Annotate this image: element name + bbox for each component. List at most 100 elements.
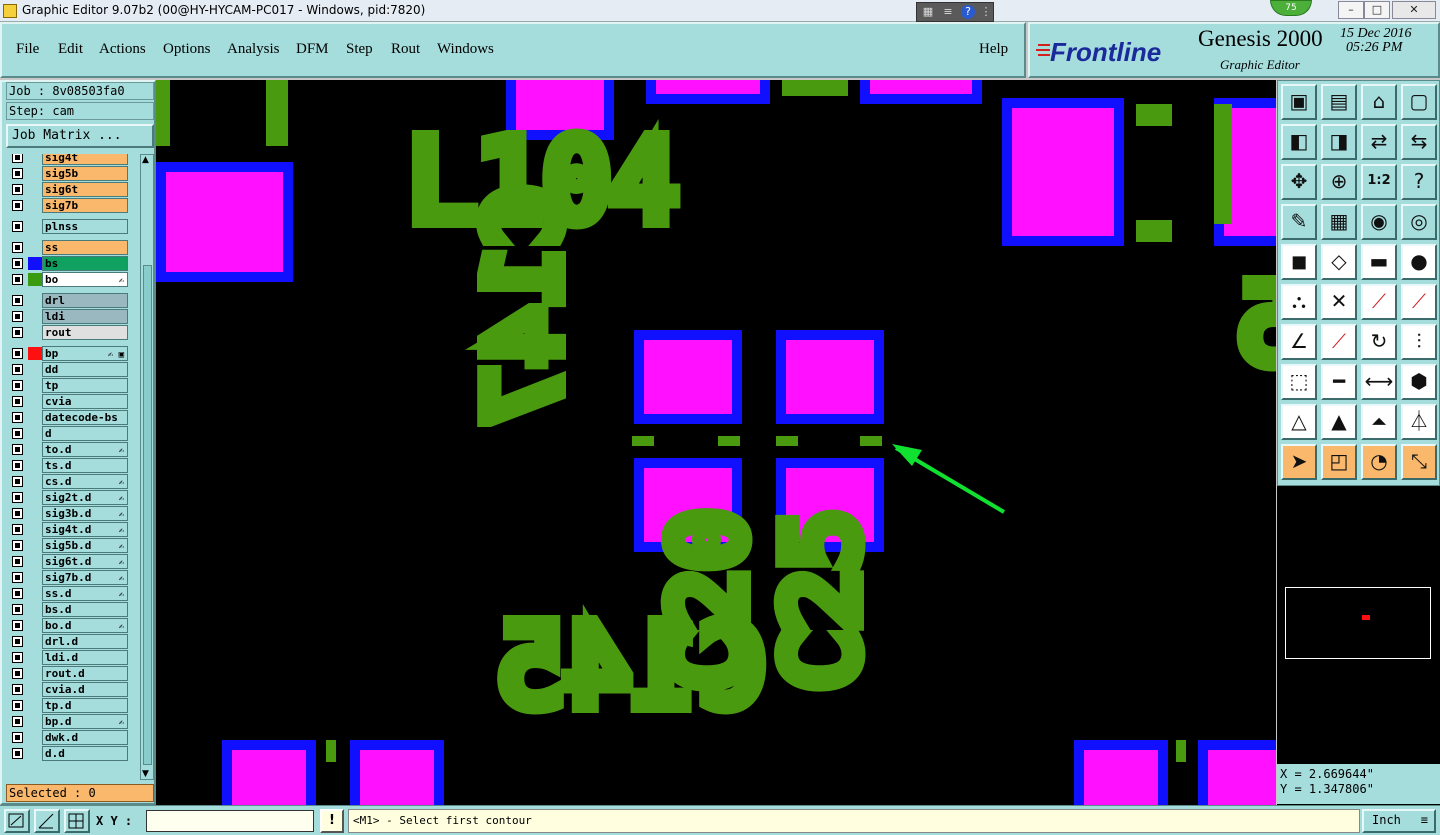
layer-row[interactable]: rout.d	[6, 666, 128, 681]
layer-checkbox[interactable]	[12, 274, 23, 285]
layer-name[interactable]: datecode-bs	[42, 410, 128, 425]
layer-row[interactable]: d.d	[6, 746, 128, 761]
layer-name[interactable]: sig7b	[42, 198, 128, 213]
layer-name[interactable]: bs	[42, 256, 128, 271]
tool-button[interactable]: ●	[1401, 244, 1437, 280]
tool-button[interactable]: ⟋	[1321, 324, 1357, 360]
layer-row[interactable]: sig5b	[6, 166, 128, 181]
scroll-thumb[interactable]	[143, 265, 152, 765]
tool-button[interactable]: ⇄	[1361, 124, 1397, 160]
layer-row[interactable]: plnss	[6, 219, 128, 234]
tool-button[interactable]: ◎	[1401, 204, 1437, 240]
layer-row[interactable]: to.d ✍	[6, 442, 128, 457]
layer-name[interactable]: dd	[42, 362, 128, 377]
layer-name[interactable]: cvia.d	[42, 682, 128, 697]
tool-button[interactable]: ◼	[1281, 244, 1317, 280]
menu-windows[interactable]: Windows	[437, 41, 494, 58]
menu-edit[interactable]: Edit	[58, 41, 83, 58]
layer-checkbox[interactable]	[12, 684, 23, 695]
menu-help[interactable]: Help	[979, 41, 1008, 58]
layer-name[interactable]: d.d	[42, 746, 128, 761]
layer-row[interactable]: sig6t	[6, 182, 128, 197]
layer-name[interactable]: cvia	[42, 394, 128, 409]
layer-row[interactable]: d	[6, 426, 128, 441]
layer-name[interactable]: bo ✍	[42, 272, 128, 287]
layer-scrollbar[interactable]: ▲ ▼	[140, 154, 154, 780]
tool-button[interactable]: ⟋	[1401, 284, 1437, 320]
layer-row[interactable]: sig4t.d ✍	[6, 522, 128, 537]
layer-name[interactable]: tp.d	[42, 698, 128, 713]
layer-checkbox[interactable]	[12, 588, 23, 599]
units-select[interactable]: Inch ≡	[1362, 809, 1436, 833]
layer-checkbox[interactable]	[12, 396, 23, 407]
layer-name[interactable]: dwk.d	[42, 730, 128, 745]
tool-button[interactable]: 1:2	[1361, 164, 1397, 200]
layer-name[interactable]: cs.d ✍	[42, 474, 128, 489]
layer-name[interactable]: ss	[42, 240, 128, 255]
tool-button[interactable]: ∠	[1281, 324, 1317, 360]
tool-button[interactable]: ▤	[1321, 84, 1357, 120]
layer-checkbox[interactable]	[12, 508, 23, 519]
layer-checkbox[interactable]	[12, 572, 23, 583]
layer-row[interactable]: bo.d ✍	[6, 618, 128, 633]
tool-button[interactable]: ◉	[1361, 204, 1397, 240]
layer-row[interactable]: ldi.d	[6, 650, 128, 665]
scroll-up-icon[interactable]: ▲	[142, 155, 149, 165]
angle-snap-icon[interactable]	[34, 809, 60, 833]
menu-step[interactable]: Step	[346, 41, 373, 58]
help-circle-icon[interactable]: ?	[961, 5, 975, 19]
layer-checkbox[interactable]	[12, 428, 23, 439]
tool-button[interactable]: ◔	[1361, 444, 1397, 480]
layer-name[interactable]: d	[42, 426, 128, 441]
input-method-toolbar[interactable]: ▦ ≡ ? ⋮	[916, 2, 994, 22]
layer-row[interactable]: cvia	[6, 394, 128, 409]
layer-name[interactable]: ts.d	[42, 458, 128, 473]
layer-name[interactable]: sig6t.d ✍	[42, 554, 128, 569]
layer-name[interactable]: sig4t.d ✍	[42, 522, 128, 537]
layer-row[interactable]: bo ✍	[6, 272, 128, 287]
tool-button[interactable]: ➤	[1281, 444, 1317, 480]
tool-button[interactable]: ⊕	[1321, 164, 1357, 200]
tool-button[interactable]: ⇆	[1401, 124, 1437, 160]
tool-button[interactable]: △	[1281, 404, 1317, 440]
layer-name[interactable]: drl	[42, 293, 128, 308]
layer-row[interactable]: cs.d ✍	[6, 474, 128, 489]
layer-checkbox[interactable]	[12, 700, 23, 711]
tool-button[interactable]: ▢	[1401, 84, 1437, 120]
layer-row[interactable]: bp.d ✍	[6, 714, 128, 729]
layer-checkbox[interactable]	[12, 476, 23, 487]
layer-name[interactable]: sig6t	[42, 182, 128, 197]
tool-button[interactable]: ◨	[1321, 124, 1357, 160]
layer-name[interactable]: plnss	[42, 219, 128, 234]
layer-row[interactable]: datecode-bs	[6, 410, 128, 425]
layer-checkbox[interactable]	[12, 636, 23, 647]
menu-dfm[interactable]: DFM	[296, 41, 329, 58]
options-icon[interactable]: ⋮	[979, 5, 993, 19]
layer-name[interactable]: drl.d	[42, 634, 128, 649]
tool-button[interactable]: ◰	[1321, 444, 1357, 480]
grid-snap-icon[interactable]	[64, 809, 90, 833]
layer-row[interactable]: bs	[6, 256, 128, 271]
layer-name[interactable]: bo.d ✍	[42, 618, 128, 633]
layer-checkbox[interactable]	[12, 716, 23, 727]
layer-checkbox[interactable]	[12, 364, 23, 375]
layer-name[interactable]: rout.d	[42, 666, 128, 681]
message-button[interactable]: !	[320, 809, 344, 833]
tool-button[interactable]: ⤡	[1401, 444, 1437, 480]
menu-file[interactable]: File	[16, 41, 39, 58]
layer-row[interactable]: sig2t.d ✍	[6, 490, 128, 505]
layer-row[interactable]: tp	[6, 378, 128, 393]
menu-rout[interactable]: Rout	[391, 41, 420, 58]
layer-row[interactable]: sig7b.d ✍	[6, 570, 128, 585]
layer-row[interactable]: sig5b.d ✍	[6, 538, 128, 553]
layer-checkbox[interactable]	[12, 258, 23, 269]
layer-row[interactable]: sig4t	[6, 154, 128, 165]
layer-checkbox[interactable]	[12, 200, 23, 211]
layer-checkbox[interactable]	[12, 524, 23, 535]
layer-name[interactable]: sig2t.d ✍	[42, 490, 128, 505]
layer-name[interactable]: ldi	[42, 309, 128, 324]
layer-checkbox[interactable]	[12, 748, 23, 759]
layer-name[interactable]: bp ✍ ▣	[42, 346, 128, 361]
layer-checkbox[interactable]	[12, 492, 23, 503]
layer-checkbox[interactable]	[12, 732, 23, 743]
